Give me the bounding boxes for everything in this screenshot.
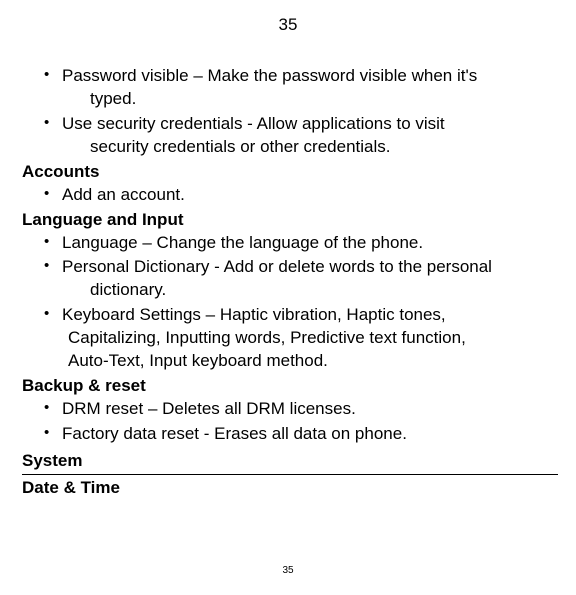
item-text-cont: Auto-Text, Input keyboard method.: [62, 350, 558, 373]
item-text: Add an account.: [62, 185, 185, 204]
list-item: DRM reset – Deletes all DRM licenses.: [44, 398, 558, 421]
item-text: DRM reset – Deletes all DRM licenses.: [62, 399, 356, 418]
accounts-list: Add an account.: [22, 184, 558, 207]
item-text-cont: dictionary.: [62, 279, 558, 302]
list-item: Keyboard Settings – Haptic vibration, Ha…: [44, 304, 558, 373]
item-text-cont: typed.: [62, 88, 558, 111]
page-number-top: 35: [18, 14, 558, 37]
item-text: Keyboard Settings – Haptic vibration, Ha…: [62, 304, 558, 327]
item-text-cont: Capitalizing, Inputting words, Predictiv…: [62, 327, 558, 350]
security-list: Password visible – Make the password vis…: [22, 65, 558, 159]
item-text-cont: security credentials or other credential…: [62, 136, 558, 159]
item-text: Use security credentials - Allow applica…: [62, 113, 558, 136]
heading-date-time: Date & Time: [22, 477, 558, 500]
list-item: Language – Change the language of the ph…: [44, 232, 558, 255]
backup-list: DRM reset – Deletes all DRM licenses. Fa…: [22, 398, 558, 446]
list-item: Personal Dictionary - Add or delete word…: [44, 256, 558, 302]
heading-language-input: Language and Input: [22, 209, 558, 232]
list-item: Use security credentials - Allow applica…: [44, 113, 558, 159]
item-text: Personal Dictionary - Add or delete word…: [62, 256, 558, 279]
item-text: Password visible – Make the password vis…: [62, 65, 558, 88]
heading-backup-reset: Backup & reset: [22, 375, 558, 398]
language-list: Language – Change the language of the ph…: [22, 232, 558, 374]
page-number-bottom: 35: [0, 564, 576, 578]
item-text: Language – Change the language of the ph…: [62, 233, 423, 252]
list-item: Add an account.: [44, 184, 558, 207]
list-item: Password visible – Make the password vis…: [44, 65, 558, 111]
document-content: Password visible – Make the password vis…: [18, 65, 558, 500]
heading-system: System: [22, 450, 558, 475]
heading-accounts: Accounts: [22, 161, 558, 184]
list-item: Factory data reset - Erases all data on …: [44, 423, 558, 446]
item-text: Factory data reset - Erases all data on …: [62, 424, 407, 443]
